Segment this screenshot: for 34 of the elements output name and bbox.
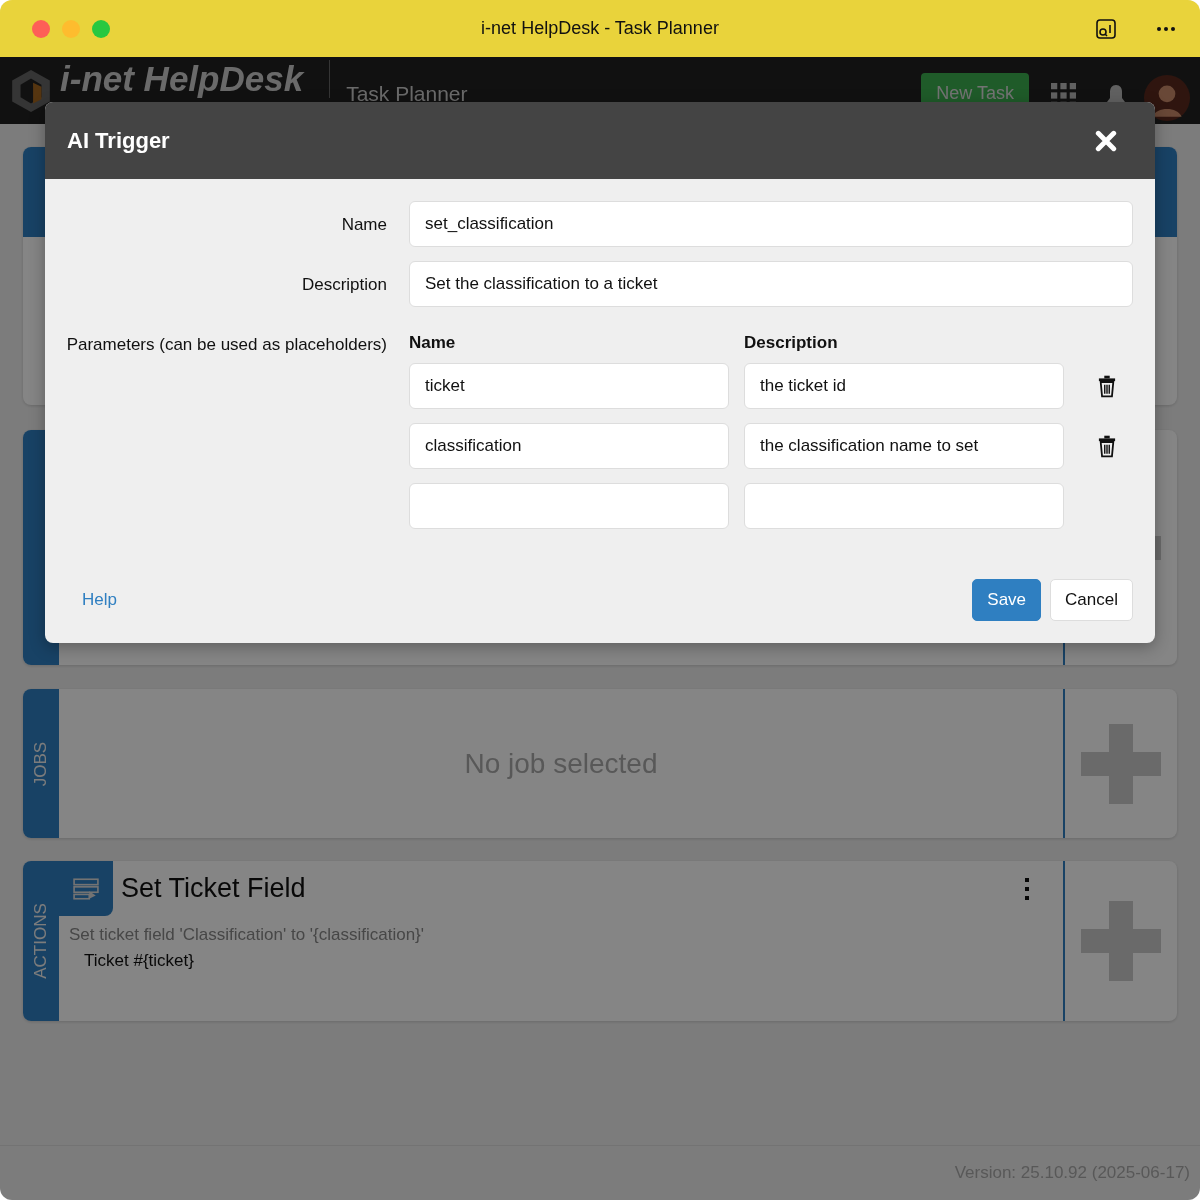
dialog-title: AI Trigger [67,127,170,154]
input-field[interactable]: the ticket id [744,363,1064,409]
action-description: Set ticket field 'Classification' to '{classification}' [69,925,426,945]
logo-icon [10,67,52,114]
save-button[interactable]: Save [972,579,1042,621]
field-label: Parameters (can be used as placeholders) [65,334,387,356]
input-field[interactable] [744,483,1064,529]
section-title: Task Planner [346,81,468,106]
more-options-icon[interactable] [1024,877,1030,901]
avatar-icon[interactable] [1144,74,1190,121]
search-icon[interactable] [1094,16,1118,41]
input-field[interactable]: Set the classification to a ticket [409,261,1133,307]
card-tab-label: ACTIONS [31,903,51,979]
brand-name: i-net HelpDesk [60,60,331,98]
column-header: Description [744,333,839,353]
column-header: Name [409,333,457,353]
input-field[interactable]: the classification name to set [744,423,1064,469]
close-window-button[interactable] [32,19,50,38]
cancel-button[interactable]: Cancel [1050,579,1133,621]
card-tab-label: JOBS [31,741,51,786]
form-field-icon [73,877,99,900]
input-field[interactable]: set_classification [409,201,1133,247]
window-title: i-net HelpDesk - Task Planner [481,18,719,39]
action-title: Set Ticket Field [121,873,306,904]
input-field[interactable] [409,483,729,529]
close-icon[interactable] [1095,129,1117,152]
input-field[interactable]: ticket [409,363,729,409]
trash-icon[interactable] [1097,434,1116,458]
field-label: Description [300,273,387,296]
help-link[interactable]: Help [82,590,117,610]
trash-icon[interactable] [1097,374,1116,398]
field-label: Name [340,213,387,236]
action-detail: Ticket #{ticket} [84,951,195,971]
input-field[interactable]: classification [409,423,729,469]
